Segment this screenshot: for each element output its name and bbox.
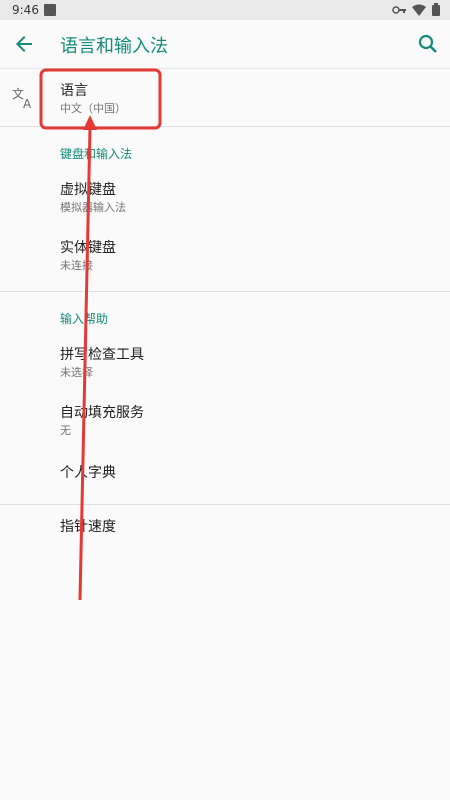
back-arrow-icon[interactable] [12, 32, 36, 56]
pointer-speed-preference[interactable]: 指针速度 [0, 505, 450, 549]
physical-keyboard-title: 实体键盘 [60, 240, 116, 256]
keyboard-category-header: 键盘和输入法 [0, 127, 450, 167]
personal-dictionary-title: 个人字典 [60, 465, 116, 481]
input-assist-category-header: 输入帮助 [0, 292, 450, 332]
language-summary: 中文（中国） [60, 102, 126, 115]
battery-icon [432, 3, 440, 16]
personal-dictionary-preference[interactable]: 个人字典 [0, 448, 450, 498]
autofill-service-title: 自动填充服务 [60, 405, 144, 421]
translate-icon: 文 A [12, 86, 32, 110]
keyboard-category-title: 键盘和输入法 [60, 147, 133, 161]
physical-keyboard-preference[interactable]: 实体键盘 未连接 [0, 225, 450, 283]
status-time: 9:46 [12, 3, 39, 17]
page-title: 语言和输入法 [60, 36, 168, 57]
search-icon[interactable] [416, 32, 440, 56]
spell-checker-preference[interactable]: 拼写检查工具 未选择 [0, 332, 450, 390]
vpn-key-icon [392, 5, 406, 14]
virtual-keyboard-title: 虚拟键盘 [60, 182, 116, 198]
settings-list: 文 A 语言 中文（中国） 键盘和输入法 虚拟键盘 模拟器输入法 实体键盘 未连… [0, 68, 450, 549]
physical-keyboard-summary: 未连接 [60, 259, 93, 272]
input-assist-category-title: 输入帮助 [60, 312, 109, 326]
spell-checker-summary: 未选择 [60, 366, 93, 379]
svg-text:A: A [23, 97, 32, 110]
wifi-icon [412, 4, 426, 16]
app-bar: 语言和输入法 [0, 20, 450, 69]
status-bar: 9:46 [0, 0, 450, 20]
notification-icon [44, 4, 56, 16]
autofill-service-preference[interactable]: 自动填充服务 无 [0, 390, 450, 448]
language-title: 语言 [60, 83, 88, 99]
language-preference[interactable]: 文 A 语言 中文（中国） [0, 68, 450, 126]
autofill-service-summary: 无 [60, 424, 71, 437]
virtual-keyboard-preference[interactable]: 虚拟键盘 模拟器输入法 [0, 167, 450, 225]
pointer-speed-title: 指针速度 [60, 519, 116, 535]
status-icons [392, 3, 440, 16]
spell-checker-title: 拼写检查工具 [60, 347, 144, 363]
virtual-keyboard-summary: 模拟器输入法 [60, 201, 126, 214]
